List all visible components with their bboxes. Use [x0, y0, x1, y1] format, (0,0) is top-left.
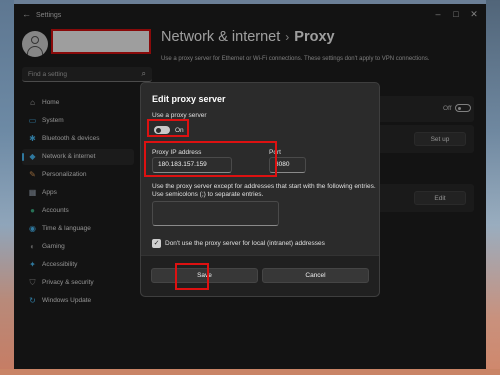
dialog-title: Edit proxy server: [152, 94, 226, 104]
toggle-knob: [155, 127, 161, 133]
desktop-wallpaper-right: [486, 0, 500, 375]
local-addresses-checkbox[interactable]: ✓: [152, 239, 161, 248]
use-proxy-toggle[interactable]: [154, 126, 170, 134]
toggle-state-label: On: [175, 127, 184, 134]
use-proxy-label: Use a proxy server: [152, 112, 207, 119]
edit-proxy-dialog: Edit proxy server Use a proxy server On …: [140, 82, 380, 297]
desktop-wallpaper-bottom: [0, 369, 500, 375]
port-label: Port: [269, 149, 281, 156]
save-button[interactable]: Save: [151, 268, 258, 283]
exceptions-textarea[interactable]: [152, 201, 279, 226]
port-input[interactable]: 8080: [269, 157, 306, 173]
exceptions-description: Use the proxy server except for addresse…: [152, 183, 376, 190]
dialog-footer: Save Cancel: [141, 255, 379, 296]
exceptions-hint: Use semicolons (;) to separate entries.: [152, 191, 264, 198]
proxy-ip-label: Proxy IP address: [152, 149, 202, 156]
proxy-ip-input[interactable]: 180.183.157.159: [152, 157, 232, 173]
cancel-button[interactable]: Cancel: [262, 268, 369, 283]
local-addresses-label: Don't use the proxy server for local (in…: [165, 240, 325, 247]
desktop-wallpaper-left: [0, 0, 14, 375]
settings-window: ← Settings – □ ✕ Find a setting ⌕ ⌂ Home ▭…: [14, 4, 486, 369]
